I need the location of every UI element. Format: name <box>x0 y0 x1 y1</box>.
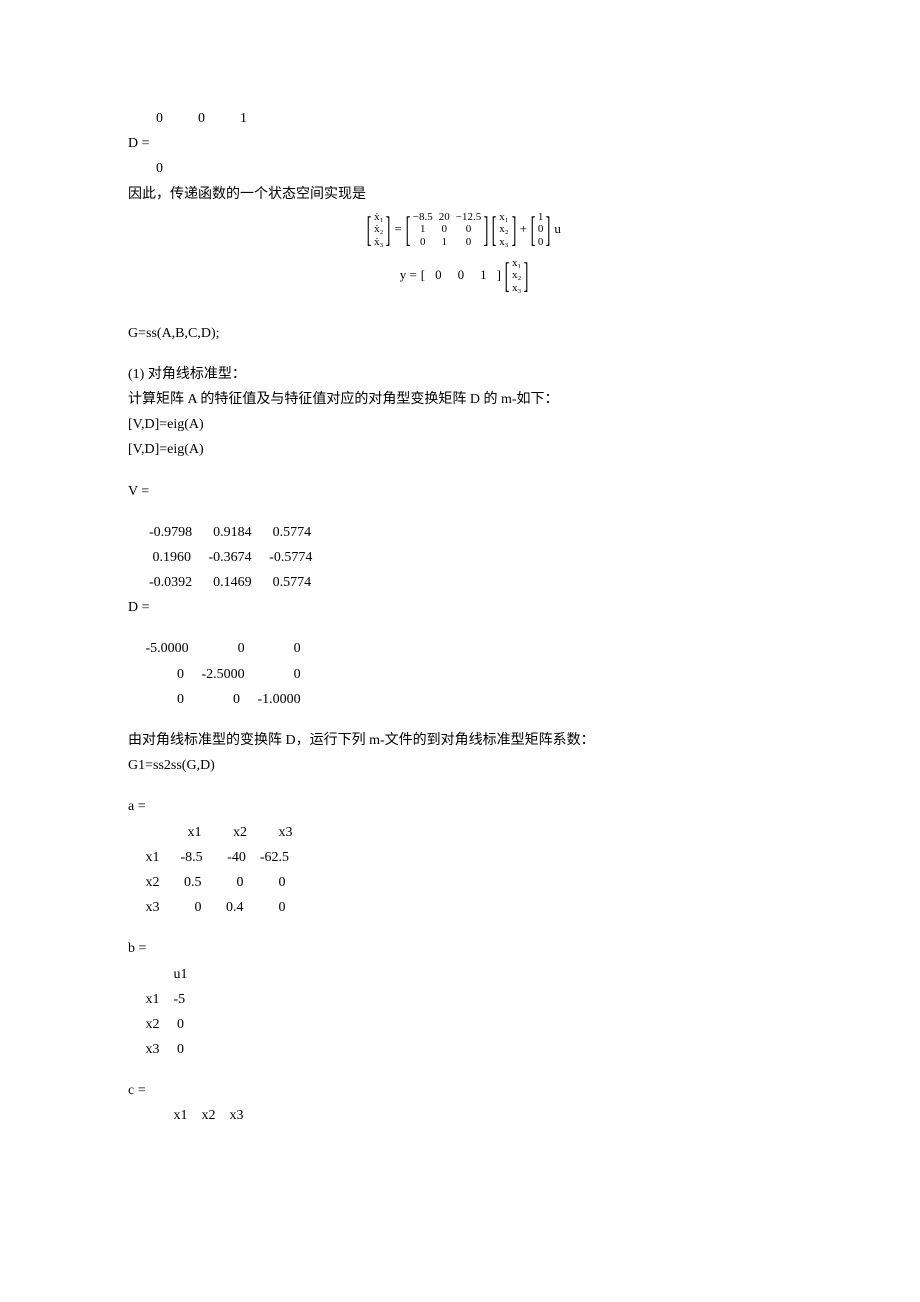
d-label: D = <box>128 131 800 156</box>
right-bracket-icon: ] <box>546 211 551 249</box>
xdot-vector: [ ẋ₁ ẋ₂ ẋ₃ ] <box>367 211 390 249</box>
a-row-3: x3 0 0.4 0 <box>128 895 800 920</box>
u-symbol: u <box>554 221 561 238</box>
y-equals: y = <box>400 267 417 284</box>
a-matrix: [ −8.5 1 0 20 0 1 −12.5 0 0 ] <box>406 211 488 249</box>
a-31: 0 <box>420 236 426 249</box>
b-3: 0 <box>538 236 544 249</box>
right-bracket-icon: ] <box>524 257 529 295</box>
x-vector: [ x₁ x₂ x₃ ] <box>492 211 515 249</box>
d2-row-2: 0 -2.5000 0 <box>128 662 800 687</box>
eq-line-1: [ ẋ₁ ẋ₂ ẋ₃ ] = [ −8.5 1 0 20 0 <box>128 211 800 249</box>
x-2b: x₂ <box>512 269 521 282</box>
c-row-close: ] <box>497 267 501 284</box>
left-bracket-icon: [ <box>405 211 410 249</box>
b-row-1: x1 -5 <box>128 987 800 1012</box>
section-1-desc: 计算矩阵 A 的特征值及与特征值对应的对角型变换矩阵 D 的 m-如下： <box>128 387 800 412</box>
eig-line-1: [V,D]=eig(A) <box>128 412 800 437</box>
a-23: 0 <box>466 223 472 236</box>
x-3b: x₃ <box>512 282 521 295</box>
plus-sign: + <box>520 221 527 238</box>
diag-desc: 由对角线标准型的变换阵 D，运行下列 m-文件的到对角线标准型矩阵系数： <box>128 728 800 753</box>
xdot-2: ẋ₂ <box>374 223 383 236</box>
b-2: 0 <box>538 223 544 236</box>
state-space-equation: [ ẋ₁ ẋ₂ ẋ₃ ] = [ −8.5 1 0 20 0 <box>128 211 800 295</box>
left-bracket-icon: [ <box>367 211 372 249</box>
gss-code: G=ss(A,B,C,D); <box>128 321 800 346</box>
b-vector: [ 1 0 0 ] <box>531 211 551 249</box>
right-bracket-icon: ] <box>511 211 516 249</box>
xdot-3: ẋ₃ <box>374 236 383 249</box>
equals-sign: = <box>394 221 401 238</box>
d-value: 0 <box>128 156 800 181</box>
d2-row-3: 0 0 -1.0000 <box>128 687 800 712</box>
right-bracket-icon: ] <box>386 211 391 249</box>
d2-label: D = <box>128 595 800 620</box>
x-2: x₂ <box>499 223 508 236</box>
section-1-title: (1) 对角线标准型： <box>128 362 800 387</box>
x-vector-2: [ x₁ x₂ x₃ ] <box>505 257 528 295</box>
left-bracket-icon: [ <box>531 211 536 249</box>
v-row-1: -0.9798 0.9184 0.5774 <box>128 520 800 545</box>
x-1b: x₁ <box>512 257 521 270</box>
c-label: c = <box>128 1078 800 1103</box>
a-11: −8.5 <box>413 211 433 224</box>
b-row-2: x2 0 <box>128 1012 800 1037</box>
c-row: [ <box>421 267 425 284</box>
a-32: 1 <box>442 236 448 249</box>
page-content: 0 0 1 D = 0 因此，传递函数的一个状态空间实现是 [ ẋ₁ ẋ₂ ẋ₃… <box>0 0 920 1189</box>
a-33: 0 <box>466 236 472 249</box>
a-21: 1 <box>420 223 426 236</box>
b-row-3: x3 0 <box>128 1037 800 1062</box>
v-label: V = <box>128 479 800 504</box>
b-1: 1 <box>538 211 544 224</box>
a-22: 0 <box>442 223 448 236</box>
left-bracket-icon: [ <box>505 257 510 295</box>
d2-row-1: -5.0000 0 0 <box>128 636 800 661</box>
matrix-top-row: 0 0 1 <box>128 106 800 131</box>
x-3: x₃ <box>499 236 508 249</box>
eq-line-2: y = [ 0 0 1 ] [ x₁ x₂ x₃ ] <box>128 257 800 295</box>
left-bracket-icon: [ <box>492 211 497 249</box>
xdot-1: ẋ₁ <box>374 211 383 224</box>
a-12: 20 <box>439 211 450 224</box>
a-label: a = <box>128 794 800 819</box>
a-13: −12.5 <box>456 211 481 224</box>
g1-line: G1=ss2ss(G,D) <box>128 753 800 778</box>
eig-line-2: [V,D]=eig(A) <box>128 437 800 462</box>
a-row-2: x2 0.5 0 0 <box>128 870 800 895</box>
a-header: x1 x2 x3 <box>128 820 800 845</box>
v-row-3: -0.0392 0.1469 0.5774 <box>128 570 800 595</box>
a-row-1: x1 -8.5 -40 -62.5 <box>128 845 800 870</box>
b-label: b = <box>128 936 800 961</box>
b-header: u1 <box>128 962 800 987</box>
x-1: x₁ <box>499 211 508 224</box>
c-header: x1 x2 x3 <box>128 1103 800 1128</box>
v-row-2: 0.1960 -0.3674 -0.5774 <box>128 545 800 570</box>
right-bracket-icon: ] <box>484 211 489 249</box>
c-2: 0 <box>452 267 471 284</box>
c-3: 1 <box>474 267 493 284</box>
therefore-text: 因此，传递函数的一个状态空间实现是 <box>128 182 800 207</box>
c-1: 0 <box>429 267 448 284</box>
